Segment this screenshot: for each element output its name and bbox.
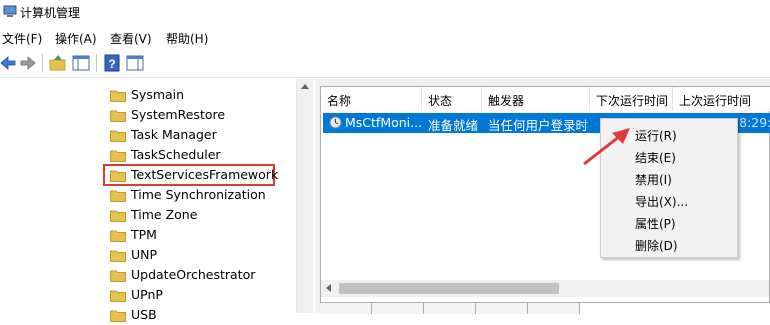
toolbar: ? — [0, 50, 770, 78]
scheduled-task-clock-icon — [329, 116, 342, 129]
tree-item-label: TextServicesFramework — [131, 167, 279, 182]
context-menu-end[interactable]: 结束(E) — [635, 149, 676, 169]
folder-icon — [110, 250, 126, 262]
detail-tab[interactable] — [476, 303, 528, 314]
task-name-cell: MsCtfMoni... — [345, 115, 423, 130]
menu-action[interactable]: 操作(A) — [55, 30, 97, 47]
tree-vertical-scrollbar[interactable] — [296, 79, 313, 313]
svg-text:?: ? — [108, 57, 115, 71]
annotation-arrow-icon — [583, 128, 630, 166]
scroll-left-arrow-icon[interactable] — [326, 284, 331, 292]
tree-item-label: Sysmain — [131, 87, 185, 102]
folder-icon — [110, 90, 126, 102]
context-menu-properties[interactable]: 属性(P) — [635, 215, 676, 235]
column-header-next-run[interactable]: 下次运行时间 — [590, 87, 673, 111]
computer-management-icon — [3, 5, 17, 17]
column-header-trigger[interactable]: 触发器 — [482, 87, 590, 111]
help-icon[interactable]: ? — [102, 53, 122, 73]
tree-item-label: TaskScheduler — [131, 147, 221, 162]
menu-file[interactable]: 文件(F) — [2, 30, 42, 47]
forward-arrow-icon[interactable] — [18, 53, 38, 73]
folder-icon — [110, 230, 126, 242]
tree-item-label: Time Zone — [131, 207, 198, 222]
window-title: 计算机管理 — [20, 6, 81, 20]
tree-item-label: Time Synchronization — [131, 187, 266, 202]
folder-icon — [110, 210, 126, 222]
tree-item-label: TPM — [131, 227, 157, 242]
folder-icon — [110, 270, 126, 282]
show-hide-tree-icon[interactable] — [71, 53, 91, 73]
detail-tab[interactable] — [372, 303, 424, 314]
tree-item-label: SystemRestore — [131, 107, 226, 122]
context-menu-delete[interactable]: 删除(D) — [635, 237, 678, 257]
context-menu-export[interactable]: 导出(X)... — [635, 193, 688, 213]
folder-icon — [110, 130, 126, 142]
detail-tab[interactable] — [424, 303, 476, 314]
toolbar-separator — [96, 54, 97, 72]
toolbar-separator — [42, 54, 43, 72]
tree-item-label: UNP — [131, 247, 158, 262]
task-status-cell: 准备就绪 — [428, 118, 479, 133]
task-trigger-cell: 当任何用户登录时 — [488, 118, 589, 133]
title-bar: 计算机管理 — [0, 0, 770, 26]
column-header-last-run[interactable]: 上次运行时间 — [673, 87, 770, 111]
console-tree: Sysmain SystemRestore Task Manager TaskSche… — [0, 79, 314, 322]
properties-panel-icon[interactable] — [125, 53, 145, 73]
column-header-name[interactable]: 名称 — [321, 87, 422, 111]
scroll-up-arrow-icon[interactable] — [301, 84, 309, 89]
tree-item-label: UpdateOrchestrator — [131, 267, 256, 282]
tree-item-label: UPnP — [131, 287, 163, 302]
menu-bar: 文件(F) 操作(A) 查看(V) 帮助(H) — [0, 28, 770, 48]
tree-item-label: Task Manager — [131, 127, 217, 142]
up-folder-icon[interactable] — [48, 53, 68, 73]
detail-tab[interactable] — [528, 303, 580, 314]
scrollbar-thumb[interactable] — [339, 283, 559, 294]
folder-icon — [110, 110, 126, 122]
list-horizontal-scrollbar[interactable] — [321, 280, 769, 297]
folder-icon — [110, 290, 126, 302]
context-menu-run[interactable]: 运行(R) — [635, 127, 677, 147]
detail-tab[interactable] — [320, 303, 372, 314]
folder-icon — [110, 170, 126, 182]
folder-icon — [110, 150, 126, 162]
menu-view[interactable]: 查看(V) — [110, 30, 152, 47]
context-menu-disable[interactable]: 禁用(I) — [635, 171, 672, 191]
menu-help[interactable]: 帮助(H) — [166, 30, 208, 47]
detail-tabs-strip — [320, 302, 770, 314]
folder-icon — [110, 190, 126, 202]
tree-item-label: USB — [131, 307, 157, 322]
column-header-status[interactable]: 状态 — [422, 87, 482, 111]
tree-item[interactable]: TextServicesFramework — [103, 164, 279, 186]
folder-icon — [110, 310, 126, 322]
back-arrow-icon[interactable] — [0, 53, 18, 73]
